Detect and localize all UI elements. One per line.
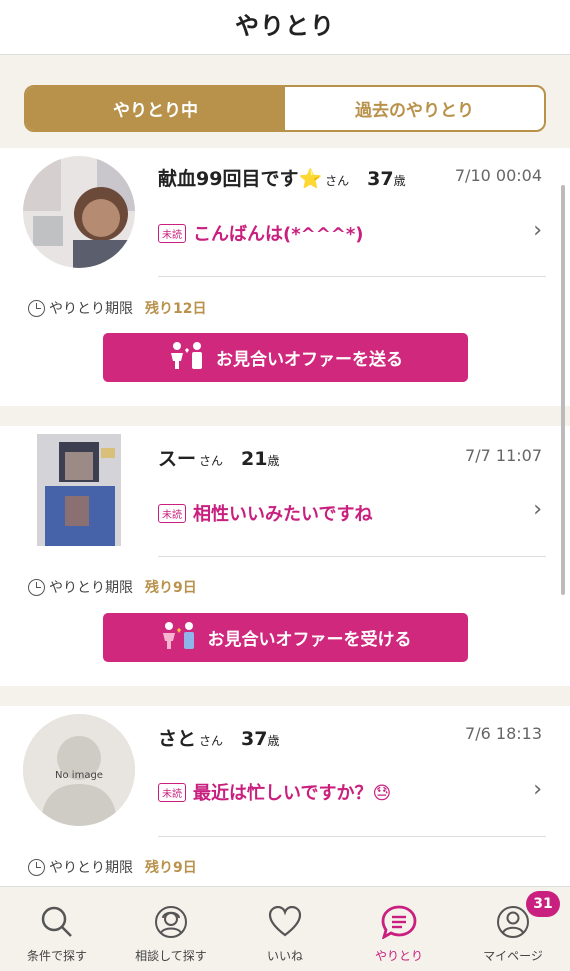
deadline-row: やりとり期限 残り9日 bbox=[28, 577, 197, 597]
clock-icon bbox=[28, 858, 45, 876]
page-header: やりとり bbox=[0, 0, 570, 55]
clock-icon bbox=[28, 299, 45, 317]
user-name: スー bbox=[158, 448, 197, 470]
nav-mypage[interactable]: マイページ 31 bbox=[456, 887, 570, 971]
chat-icon bbox=[381, 903, 417, 941]
user-name-line: さと さん 37 歳 bbox=[158, 724, 280, 751]
nav-consult[interactable]: 相談して探す bbox=[114, 887, 228, 971]
divider bbox=[158, 556, 546, 557]
deadline-row: やりとり期限 残り9日 bbox=[28, 857, 197, 877]
honorific: さん bbox=[199, 734, 224, 748]
age-unit: 歳 bbox=[267, 454, 280, 468]
honorific: さん bbox=[325, 174, 350, 188]
deadline-remaining: 残り9日 bbox=[145, 580, 197, 596]
avatar[interactable]: No image bbox=[23, 714, 135, 826]
user-name-line: 献血99回目です⭐ さん 37 歳 bbox=[158, 164, 406, 191]
avatar[interactable] bbox=[37, 434, 121, 546]
age-unit: 歳 bbox=[267, 734, 280, 748]
couple-icon bbox=[160, 621, 198, 655]
message-time: 7/10 00:04 bbox=[454, 166, 542, 185]
nav-label: 相談して探す bbox=[135, 949, 207, 963]
page-title: やりとり bbox=[235, 11, 335, 40]
deadline-remaining: 残り12日 bbox=[145, 301, 207, 317]
scrollbar[interactable] bbox=[561, 185, 565, 595]
chevron-right-icon[interactable]: › bbox=[533, 777, 542, 802]
bottom-nav: 条件で探す 相談して探す いいね やりとり マイページ 31 bbox=[0, 886, 570, 971]
avatar[interactable] bbox=[23, 156, 135, 268]
nav-label: マイページ bbox=[483, 949, 543, 963]
message-text: 最近は忙しいですか？😓 bbox=[193, 783, 392, 804]
conversation-card[interactable]: スー さん 21 歳 7/7 11:07 未読 相性いいみたいですね › やりと… bbox=[0, 426, 570, 686]
nav-label: やりとり bbox=[374, 949, 423, 963]
age-unit: 歳 bbox=[393, 174, 406, 188]
deadline-label: やりとり期限 bbox=[49, 301, 133, 317]
user-age: 21 bbox=[241, 448, 268, 470]
unread-badge: 未読 bbox=[158, 503, 186, 523]
heart-icon bbox=[268, 903, 302, 941]
search-icon bbox=[40, 903, 74, 941]
deadline-remaining: 残り9日 bbox=[145, 860, 197, 876]
message-time: 7/7 11:07 bbox=[465, 446, 542, 465]
deadline-row: やりとり期限 残り12日 bbox=[28, 298, 206, 318]
unread-badge: 未読 bbox=[158, 782, 186, 802]
chevron-right-icon[interactable]: › bbox=[533, 497, 542, 522]
deadline-label: やりとり期限 bbox=[49, 860, 133, 876]
divider bbox=[158, 836, 546, 837]
tab-past[interactable]: 過去のやりとり bbox=[285, 87, 544, 130]
send-offer-button[interactable]: お見合いオファーを送る bbox=[103, 333, 468, 382]
couple-icon bbox=[168, 341, 206, 375]
unread-badge: 未読 bbox=[158, 223, 186, 243]
nav-search[interactable]: 条件で探す bbox=[0, 887, 114, 971]
nav-likes[interactable]: いいね bbox=[228, 887, 342, 971]
message-text: こんばんは(*^^^*) bbox=[193, 224, 364, 245]
tab-ongoing[interactable]: やりとり中 bbox=[26, 87, 285, 130]
user-name: 献血99回目です⭐ bbox=[158, 168, 323, 190]
nav-label: 条件で探す bbox=[26, 949, 87, 963]
message-preview[interactable]: 未読 最近は忙しいですか？😓 bbox=[158, 779, 546, 805]
notification-badge: 31 bbox=[526, 891, 560, 917]
message-preview[interactable]: 未読 こんばんは(*^^^*) bbox=[158, 220, 546, 246]
consultant-icon bbox=[154, 903, 188, 941]
chevron-right-icon[interactable]: › bbox=[533, 218, 542, 243]
user-name-line: スー さん 21 歳 bbox=[158, 444, 280, 471]
user-name: さと bbox=[158, 728, 197, 750]
conversation-card[interactable]: No image さと さん 37 歳 7/6 18:13 未読 最近は忙しいで… bbox=[0, 706, 570, 886]
offer-button-label: お見合いオファーを受ける bbox=[207, 630, 412, 650]
person-icon bbox=[496, 903, 530, 941]
deadline-label: やりとり期限 bbox=[49, 580, 133, 596]
accept-offer-button[interactable]: お見合いオファーを受ける bbox=[103, 613, 468, 662]
message-text: 相性いいみたいですね bbox=[193, 504, 373, 525]
no-image-text: No image bbox=[55, 770, 103, 781]
user-age: 37 bbox=[367, 168, 394, 190]
nav-label: いいね bbox=[266, 949, 303, 963]
message-preview[interactable]: 未読 相性いいみたいですね bbox=[158, 500, 546, 526]
message-time: 7/6 18:13 bbox=[465, 724, 542, 743]
honorific: さん bbox=[199, 454, 224, 468]
nav-messages[interactable]: やりとり bbox=[342, 887, 456, 971]
user-age: 37 bbox=[241, 728, 268, 750]
divider bbox=[158, 276, 546, 277]
clock-icon bbox=[28, 578, 45, 596]
conversation-card[interactable]: 献血99回目です⭐ さん 37 歳 7/10 00:04 未読 こんばんは(*^… bbox=[0, 148, 570, 406]
offer-button-label: お見合いオファーを送る bbox=[216, 350, 403, 370]
tab-bar: やりとり中 過去のやりとり bbox=[24, 85, 546, 132]
